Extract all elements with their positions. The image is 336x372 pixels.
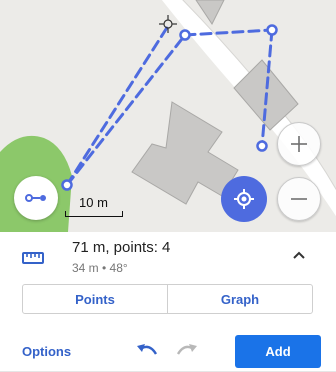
route-mode-button[interactable] [14,176,58,220]
route-point [266,24,278,36]
measurement-panel: 71 m, points: 4 34 m • 48° Points Graph … [0,232,336,372]
route-point [256,140,268,152]
scale-label: 10 m [79,195,108,210]
chevron-up-icon[interactable] [292,250,306,260]
zoom-in-icon [291,136,307,152]
my-location-icon [234,189,254,209]
zoom-in-button[interactable] [277,122,321,166]
tab-points[interactable]: Points [23,285,167,313]
options-button[interactable]: Options [22,344,71,359]
redo-icon[interactable] [176,342,198,358]
route-point [61,179,73,191]
zoom-out-icon [291,198,307,200]
ruler-icon [22,252,44,264]
measurement-title: 71 m, points: 4 [72,239,171,256]
route-mode-icon [25,194,46,202]
measurement-subtitle: 34 m • 48° [72,261,128,275]
route-point [179,29,191,41]
add-button[interactable]: Add [235,335,321,368]
zoom-out-button[interactable] [277,177,321,221]
crosshair-icon [159,15,177,33]
my-location-button[interactable] [221,176,267,222]
tab-graph[interactable]: Graph [168,285,312,313]
undo-icon[interactable] [136,342,158,358]
map-scale-bar: 10 m [65,195,123,220]
map-view[interactable]: 10 m [0,0,336,232]
view-tabs: Points Graph [22,284,313,314]
